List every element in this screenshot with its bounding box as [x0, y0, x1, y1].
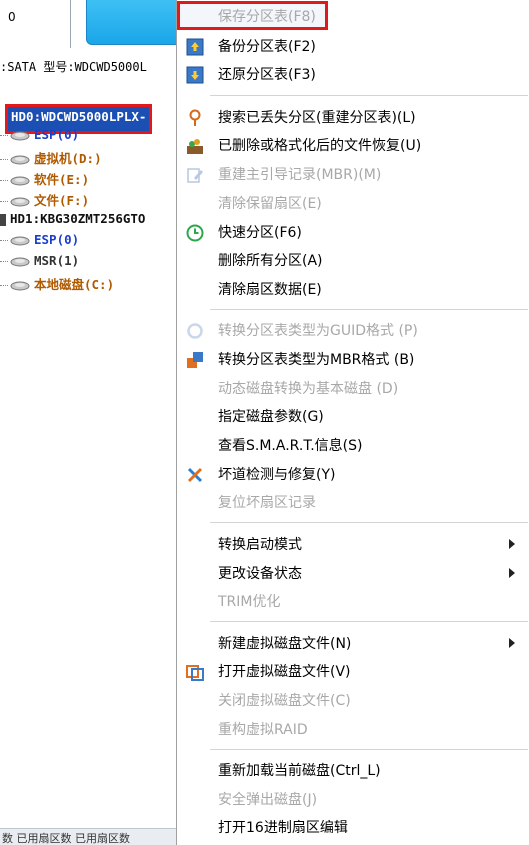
tree-item-hd1[interactable]: HD1:KBG30ZMT256GTO [0, 211, 145, 231]
partition-icon [10, 257, 30, 266]
convert-icon [187, 323, 203, 339]
recovery-icon [187, 139, 203, 154]
submenu-arrow-icon [509, 638, 515, 648]
tree-item-partition[interactable]: MSR(1) [0, 253, 79, 273]
menu-separator [210, 621, 528, 622]
menu-item-device-status[interactable]: 更改设备状态 [177, 559, 529, 587]
disk-info-text: :SATA 型号:WDCWD5000L [0, 60, 147, 74]
partition-icon [10, 236, 30, 245]
partition-bar[interactable] [86, 0, 176, 45]
menu-item-bad-sector-repair[interactable]: 坏道检测与修复(Y) [177, 460, 529, 488]
restore-icon [186, 66, 204, 84]
menu-item-reset-bad-sectors[interactable]: 复位坏扇区记录 [177, 488, 529, 516]
virtual-disk-icon [186, 665, 204, 681]
menu-item-rebuild-mbr[interactable]: 重建主引导记录(MBR)(M) [177, 160, 529, 188]
menu-item-clear-sector-data[interactable]: 清除扇区数据(E) [177, 275, 529, 303]
search-icon [189, 109, 201, 126]
menu-item-save-partition-table[interactable]: 保存分区表(F8) [177, 2, 529, 30]
menu-item-restore-partition-table[interactable]: 还原分区表(F3) [177, 60, 529, 88]
tree-item-label: HD0:WDCWD5000LPLX- [11, 109, 147, 124]
partition-icon [10, 176, 30, 185]
menu-item-reload-disk[interactable]: 重新加载当前磁盘(Ctrl_L) [177, 756, 529, 784]
status-bar: 数 已用扇区数 已用扇区数 [0, 828, 176, 845]
submenu-arrow-icon [509, 539, 515, 549]
menu-item-file-recovery[interactable]: 已删除或格式化后的文件恢复(U) [177, 131, 529, 159]
tree-item-partition[interactable]: ESP(0) [0, 232, 79, 252]
menu-separator [210, 309, 528, 310]
hard-disk-icon [0, 213, 6, 226]
menu-item-open-virtual-disk[interactable]: 打开虚拟磁盘文件(V) [177, 657, 529, 685]
menu-item-disk-parameters[interactable]: 指定磁盘参数(G) [177, 402, 529, 430]
menu-item-trim[interactable]: TRIM优化 [177, 587, 529, 615]
menu-item-backup-partition-table[interactable]: 备份分区表(F2) [177, 32, 529, 60]
menu-item-rebuild-raid[interactable]: 重构虚拟RAID [177, 715, 529, 743]
menu-item-hex-editor[interactable]: 打开16进制扇区编辑 [177, 813, 529, 841]
strip-divider [70, 0, 71, 48]
submenu-arrow-icon [509, 568, 515, 578]
tree-item-partition[interactable]: 本地磁盘(C:) [0, 274, 114, 294]
menu-item-convert-to-guid[interactable]: 转换分区表类型为GUID格式 (P) [177, 316, 529, 344]
menu-item-clear-reserved-sectors[interactable]: 清除保留扇区(E) [177, 189, 529, 217]
tree-item-partition[interactable]: 虚拟机(D:) [0, 148, 102, 168]
convert-mbr-icon [187, 352, 203, 368]
backup-icon [186, 38, 204, 56]
disk-context-menu: 保存分区表(F8) 备份分区表(F2) 还原分区表(F3) 搜索已丢失分区(重建… [176, 0, 529, 845]
menu-separator [210, 95, 528, 96]
menu-item-boot-mode[interactable]: 转换启动模式 [177, 530, 529, 558]
menu-item-new-virtual-disk[interactable]: 新建虚拟磁盘文件(N) [177, 629, 529, 657]
menu-item-smart-info[interactable]: 查看S.M.A.R.T.信息(S) [177, 431, 529, 459]
disk-count: 0 [8, 10, 16, 24]
menu-item-close-virtual-disk[interactable]: 关闭虚拟磁盘文件(C) [177, 686, 529, 714]
menu-item-delete-all-partitions[interactable]: 删除所有分区(A) [177, 246, 529, 274]
menu-separator [210, 522, 528, 523]
partition-icon [10, 131, 30, 140]
menu-separator [210, 749, 528, 750]
tree-item-partition[interactable]: ESP(0) [0, 127, 79, 147]
menu-item-convert-to-mbr[interactable]: 转换分区表类型为MBR格式 (B) [177, 345, 529, 373]
disk-map-strip: 0 [0, 0, 176, 50]
tree-item-partition[interactable]: 软件(E:) [0, 169, 89, 189]
edit-icon [187, 168, 203, 183]
disk-tree-pane: 0 :SATA 型号:WDCWD5000L HD0:WDCWD5000LPLX-… [0, 0, 176, 845]
partition-icon [10, 281, 30, 290]
tree-item-partition[interactable]: 文件(F:) [0, 190, 89, 210]
clock-icon [186, 224, 204, 242]
menu-item-dynamic-to-basic[interactable]: 动态磁盘转换为基本磁盘 (D) [177, 374, 529, 402]
status-text: 数 已用扇区数 已用扇区数 [2, 832, 130, 845]
menu-item-eject-disk[interactable]: 安全弹出磁盘(J) [177, 785, 529, 813]
partition-icon [10, 155, 30, 164]
partition-icon [10, 197, 30, 206]
menu-item-search-lost-partitions[interactable]: 搜索已丢失分区(重建分区表)(L) [177, 103, 529, 131]
menu-item-quick-partition[interactable]: 快速分区(F6) [177, 218, 529, 246]
tools-icon [187, 467, 203, 483]
